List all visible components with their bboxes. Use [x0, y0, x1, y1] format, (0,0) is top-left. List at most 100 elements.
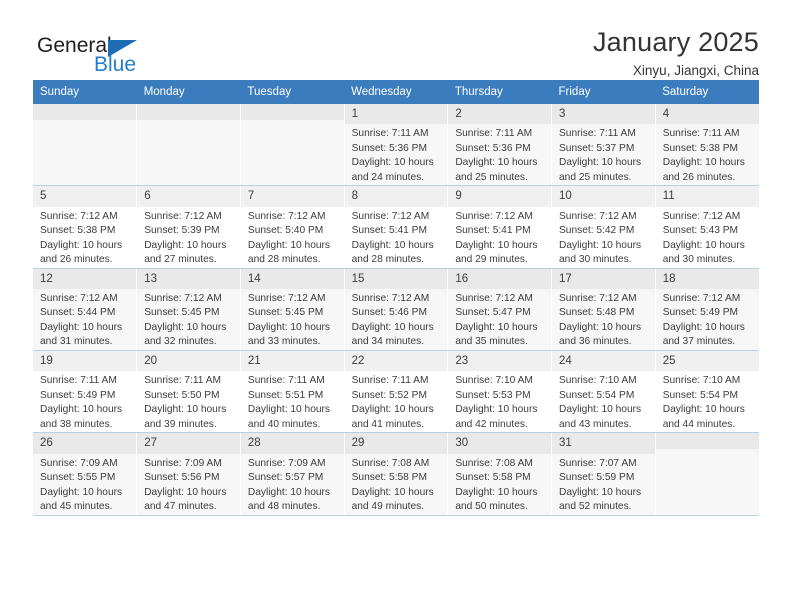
sun-times: Sunrise: 7:11 AM Sunset: 5:36 PM Daylight:…	[345, 124, 448, 185]
calendar-day-cell[interactable]: 30 Sunrise: 7:08 AM Sunset: 5:58 PM Dayligh…	[447, 432, 553, 516]
sun-times: Sunrise: 7:12 AM Sunset: 5:41 PM Daylight:…	[345, 207, 448, 268]
sunset-text: Sunset: 5:37 PM	[559, 142, 635, 154]
calendar-day-cell[interactable]: 11 Sunrise: 7:12 AM Sunset: 5:43 PM Dayligh…	[655, 185, 759, 269]
sunset-text: Sunset: 5:52 PM	[351, 389, 427, 401]
day-cell-content: 7 Sunrise: 7:12 AM Sunset: 5:40 PM Daylight…	[240, 186, 344, 267]
daylight-text-line2: and 40 minutes.	[247, 418, 321, 430]
calendar-day-cell[interactable]: 9 Sunrise: 7:12 AM Sunset: 5:41 PM Daylight…	[447, 185, 553, 269]
sunrise-text: Sunrise: 7:11 AM	[559, 128, 636, 140]
calendar-day-cell[interactable]: 24 Sunrise: 7:10 AM Sunset: 5:54 PM Dayligh…	[551, 350, 656, 434]
calendar-day-cell[interactable]: 18 Sunrise: 7:12 AM Sunset: 5:49 PM Dayligh…	[655, 268, 759, 351]
daylight-text-line2: and 45 minutes.	[40, 501, 113, 513]
daylight-text-line2: and 25 minutes.	[455, 171, 528, 183]
day-cell-content: 23 Sunrise: 7:10 AM Sunset: 5:53 PM Dayligh…	[448, 350, 552, 432]
daylight-text-line1: Daylight: 10 hours	[662, 157, 745, 169]
calendar-day-cell[interactable]: 3 Sunrise: 7:11 AM Sunset: 5:37 PM Daylight…	[551, 104, 656, 187]
calendar-day-cell[interactable]: 21 Sunrise: 7:11 AM Sunset: 5:51 PM Dayligh…	[240, 350, 345, 434]
daylight-text-line2: and 37 minutes.	[662, 336, 736, 348]
calendar-day-cell[interactable]: 23 Sunrise: 7:10 AM Sunset: 5:53 PM Dayligh…	[447, 350, 553, 434]
page-subtitle: Xinyu, Jiangxi, China	[632, 63, 759, 79]
day-cell-content: 19 Sunrise: 7:11 AM Sunset: 5:49 PM Dayligh…	[33, 350, 137, 432]
day-number: 12	[33, 268, 137, 289]
sunset-text: Sunset: 5:49 PM	[40, 389, 116, 401]
sunrise-text: Sunrise: 7:12 AM	[247, 293, 326, 304]
daylight-text-line1: Daylight: 10 hours	[144, 404, 227, 416]
day-cell-content: 21 Sunrise: 7:11 AM Sunset: 5:51 PM Dayligh…	[240, 350, 344, 432]
sunset-text: Sunset: 5:51 PM	[247, 389, 324, 401]
calendar-day-cell[interactable]: 26 Sunrise: 7:09 AM Sunset: 5:55 PM Dayligh…	[33, 432, 138, 516]
calendar-day-cell[interactable]: 17 Sunrise: 7:12 AM Sunset: 5:48 PM Dayligh…	[551, 268, 656, 351]
calendar-day-cell[interactable]: 7 Sunrise: 7:12 AM Sunset: 5:40 PM Daylight…	[240, 185, 345, 269]
calendar-day-cell[interactable]: 13 Sunrise: 7:12 AM Sunset: 5:45 PM Dayligh…	[136, 268, 241, 351]
daylight-text-line1: Daylight: 10 hours	[455, 239, 538, 251]
calendar-day-cell[interactable]: 27 Sunrise: 7:09 AM Sunset: 5:56 PM Dayligh…	[136, 432, 241, 516]
calendar-day-cell[interactable]: 20 Sunrise: 7:11 AM Sunset: 5:50 PM Dayligh…	[136, 350, 241, 434]
weekday-header-friday: Friday	[551, 80, 656, 104]
calendar-day-cell[interactable]: 10 Sunrise: 7:12 AM Sunset: 5:42 PM Dayligh…	[551, 185, 656, 269]
sunrise-text: Sunrise: 7:10 AM	[455, 375, 533, 387]
daylight-text-line2: and 27 minutes.	[144, 254, 217, 266]
sun-times: Sunrise: 7:07 AM Sunset: 5:59 PM Daylight:…	[552, 454, 655, 515]
calendar-week-row: 5 Sunrise: 7:12 AM Sunset: 5:38 PM Daylight…	[33, 185, 759, 269]
sunset-text: Sunset: 5:58 PM	[455, 472, 531, 484]
sunrise-text: Sunrise: 7:11 AM	[351, 375, 429, 387]
day-cell-content: 8 Sunrise: 7:12 AM Sunset: 5:41 PM Daylight…	[344, 186, 448, 268]
sunrise-text: Sunrise: 7:12 AM	[455, 293, 533, 304]
day-cell-content	[137, 104, 240, 185]
sunset-text: Sunset: 5:54 PM	[662, 389, 739, 401]
daylight-text-line2: and 43 minutes.	[559, 418, 632, 430]
weekday-header-tuesday: Tuesday	[240, 80, 345, 104]
daylight-text-line2: and 31 minutes.	[40, 336, 113, 348]
calendar-day-cell[interactable]: 22 Sunrise: 7:11 AM Sunset: 5:52 PM Dayligh…	[344, 350, 449, 434]
sun-times: Sunrise: 7:09 AM Sunset: 5:57 PM Daylight:…	[241, 454, 344, 515]
calendar-day-cell[interactable]: 5 Sunrise: 7:12 AM Sunset: 5:38 PM Daylight…	[33, 185, 138, 269]
calendar-day-cell[interactable]: 28 Sunrise: 7:09 AM Sunset: 5:57 PM Dayligh…	[240, 432, 345, 516]
sunrise-text: Sunrise: 7:11 AM	[247, 375, 325, 387]
day-number: 10	[552, 186, 655, 207]
daylight-text-line1: Daylight: 10 hours	[40, 404, 123, 416]
calendar-day-cell[interactable]: 31 Sunrise: 7:07 AM Sunset: 5:59 PM Dayligh…	[551, 432, 656, 516]
calendar-cell-empty	[136, 104, 241, 187]
day-number: 7	[240, 186, 344, 207]
sunrise-text: Sunrise: 7:11 AM	[40, 375, 117, 387]
day-number: 30	[448, 433, 552, 454]
general-blue-logo[interactable]: General Blue	[33, 26, 163, 76]
sunset-text: Sunset: 5:44 PM	[40, 307, 116, 319]
sunrise-text: Sunrise: 7:08 AM	[455, 457, 533, 469]
daylight-text-line1: Daylight: 10 hours	[559, 157, 642, 169]
day-number: 24	[552, 350, 655, 372]
calendar-day-cell[interactable]: 15 Sunrise: 7:12 AM Sunset: 5:46 PM Dayligh…	[344, 268, 449, 351]
sun-times: Sunrise: 7:11 AM Sunset: 5:52 PM Daylight:…	[345, 371, 448, 432]
calendar-day-cell[interactable]: 2 Sunrise: 7:11 AM Sunset: 5:36 PM Daylight…	[447, 104, 553, 187]
calendar-day-cell[interactable]: 29 Sunrise: 7:08 AM Sunset: 5:58 PM Dayligh…	[344, 432, 449, 516]
calendar-day-cell[interactable]: 25 Sunrise: 7:10 AM Sunset: 5:54 PM Dayligh…	[655, 350, 759, 434]
calendar-day-cell[interactable]: 8 Sunrise: 7:12 AM Sunset: 5:41 PM Daylight…	[344, 185, 449, 269]
calendar-day-cell[interactable]: 4 Sunrise: 7:11 AM Sunset: 5:38 PM Daylight…	[655, 104, 759, 187]
calendar-body: 1 Sunrise: 7:11 AM Sunset: 5:36 PM Daylight…	[33, 104, 759, 516]
day-number: 9	[448, 186, 552, 207]
calendar-day-cell[interactable]: 19 Sunrise: 7:11 AM Sunset: 5:49 PM Dayligh…	[33, 350, 138, 434]
sunrise-text: Sunrise: 7:12 AM	[144, 293, 222, 304]
daylight-text-line1: Daylight: 10 hours	[662, 321, 745, 333]
day-cell-content: 16 Sunrise: 7:12 AM Sunset: 5:47 PM Dayligh…	[448, 268, 552, 350]
day-cell-content: 20 Sunrise: 7:11 AM Sunset: 5:50 PM Dayligh…	[137, 350, 240, 432]
sun-times: Sunrise: 7:11 AM Sunset: 5:38 PM Daylight:…	[656, 124, 759, 185]
daylight-text-line2: and 42 minutes.	[455, 418, 528, 430]
sunrise-text: Sunrise: 7:12 AM	[351, 293, 430, 304]
daylight-text-line1: Daylight: 10 hours	[40, 239, 123, 251]
logo-text-blue: Blue	[94, 53, 137, 76]
weekday-header-sunday: Sunday	[33, 80, 137, 104]
calendar-day-cell[interactable]: 1 Sunrise: 7:11 AM Sunset: 5:36 PM Daylight…	[344, 104, 449, 187]
sunset-text: Sunset: 5:40 PM	[247, 225, 324, 237]
daylight-text-line1: Daylight: 10 hours	[351, 486, 434, 498]
sunrise-text: Sunrise: 7:08 AM	[351, 457, 430, 469]
calendar-day-cell[interactable]: 16 Sunrise: 7:12 AM Sunset: 5:47 PM Dayligh…	[447, 268, 553, 351]
day-cell-content: 28 Sunrise: 7:09 AM Sunset: 5:57 PM Dayligh…	[240, 433, 344, 515]
sun-times: Sunrise: 7:11 AM Sunset: 5:36 PM Daylight:…	[448, 124, 551, 185]
calendar-day-cell[interactable]: 6 Sunrise: 7:12 AM Sunset: 5:39 PM Daylight…	[136, 185, 241, 269]
daylight-text-line1: Daylight: 10 hours	[455, 486, 538, 498]
day-cell-content: 11 Sunrise: 7:12 AM Sunset: 5:43 PM Dayligh…	[655, 186, 759, 267]
calendar-cell-empty	[33, 104, 138, 187]
calendar-day-cell[interactable]: 12 Sunrise: 7:12 AM Sunset: 5:44 PM Dayligh…	[33, 268, 138, 351]
calendar-day-cell[interactable]: 14 Sunrise: 7:12 AM Sunset: 5:45 PM Dayligh…	[240, 268, 345, 351]
